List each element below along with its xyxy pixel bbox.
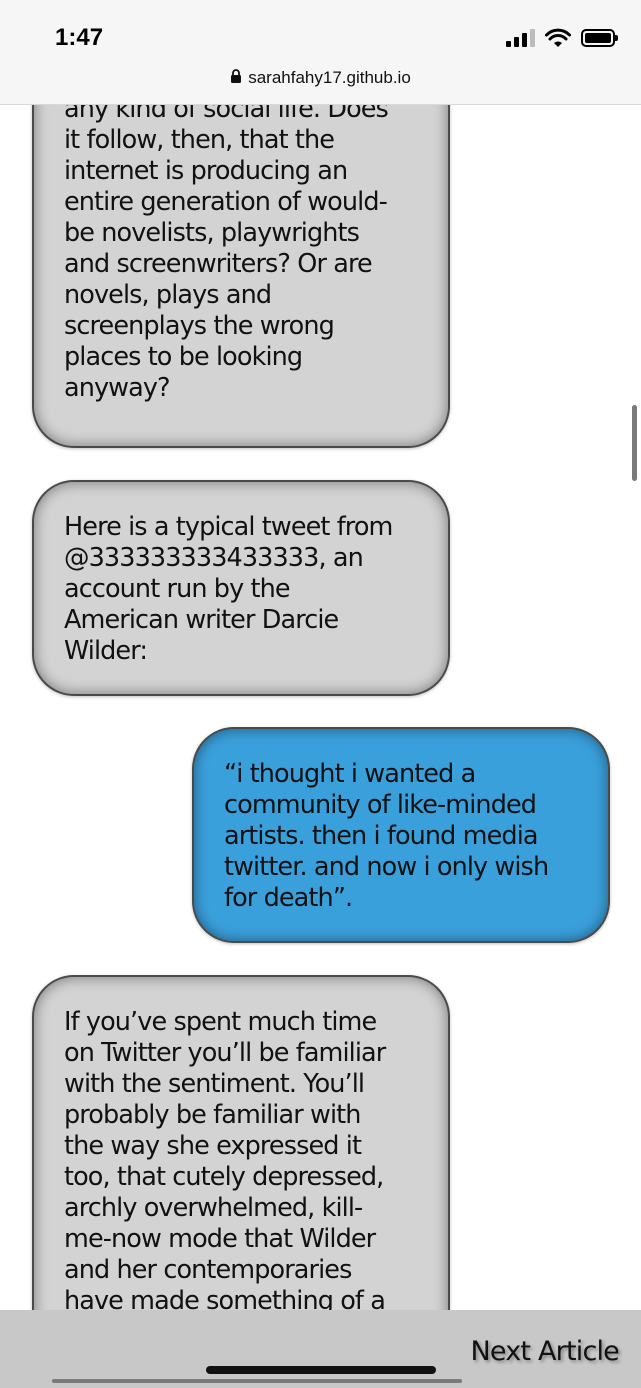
message-bubble-left: Here is a typical tweet from @3333333334… — [32, 480, 450, 696]
home-indicator[interactable] — [206, 1366, 436, 1374]
browser-top-bar: 1:47 sarahfahy17.github.io — [0, 0, 641, 105]
message-bubble-right: “i thought i wanted a community of like-… — [192, 727, 610, 943]
status-time: 1:47 — [55, 24, 104, 51]
wifi-icon — [545, 28, 571, 48]
horizontal-scrollbar[interactable] — [52, 1379, 462, 1383]
vertical-scrollbar[interactable] — [632, 405, 637, 481]
message-bubble-left: any kind of social life. Does it follow,… — [32, 105, 450, 448]
bottom-nav-bar: Next Article — [0, 1310, 641, 1388]
chat-scroll-area[interactable]: any kind of social life. Does it follow,… — [0, 105, 641, 1310]
status-icons — [506, 26, 618, 50]
url-text: sarahfahy17.github.io — [248, 68, 411, 87]
app-screen: 1:47 sarahfahy17.github.io any kind of s… — [0, 0, 641, 1388]
cellular-signal-icon — [506, 29, 535, 47]
address-bar[interactable]: sarahfahy17.github.io — [0, 68, 641, 89]
battery-icon — [581, 29, 618, 47]
next-article-button[interactable]: Next Article — [471, 1336, 620, 1367]
message-bubble-left: If you’ve spent much time on Twitter you… — [32, 975, 450, 1310]
lock-icon — [230, 69, 242, 89]
